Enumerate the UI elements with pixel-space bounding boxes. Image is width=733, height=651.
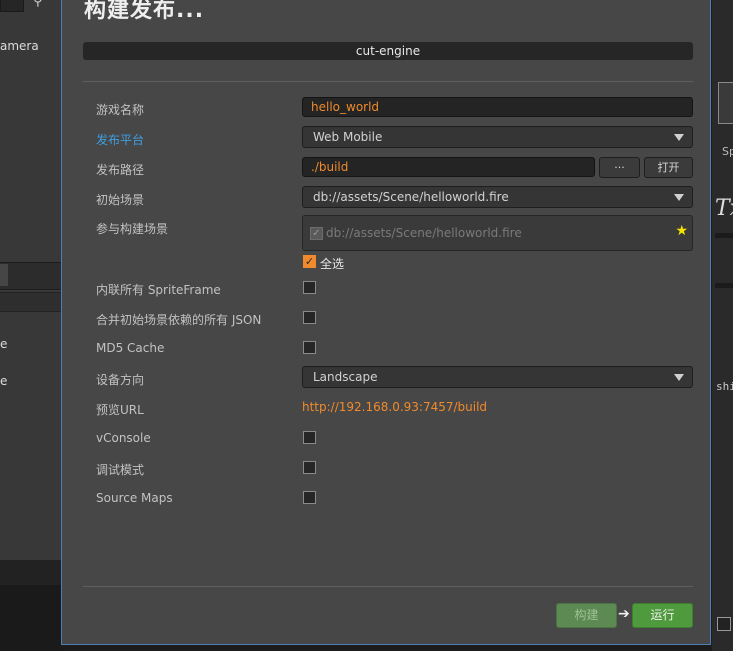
start-scene-label: 初始场景 — [96, 193, 145, 207]
assets-item[interactable]: e — [0, 337, 7, 351]
console-panel-body — [0, 585, 62, 651]
debug-mode-checkbox[interactable] — [303, 461, 316, 474]
platform-select-value: Web Mobile — [313, 130, 383, 144]
game-name-label: 游戏名称 — [96, 103, 145, 117]
platform-label: 发布平台 — [96, 133, 145, 147]
left-panel-background: ⚲ amera e e — [0, 0, 62, 651]
debug-mode-label: 调试模式 — [96, 463, 145, 477]
build-button[interactable]: 构建 — [556, 603, 617, 628]
arrow-right-icon: ➔ — [618, 606, 630, 622]
divider — [83, 81, 693, 82]
assets-item[interactable]: e — [0, 374, 7, 388]
inspector-divider — [715, 283, 733, 288]
included-scenes-list: ✓ db://assets/Scene/helloworld.fire ★ — [302, 215, 693, 251]
inline-spriteframe-checkbox[interactable] — [303, 281, 316, 294]
dialog-title: 构建发布... — [84, 0, 205, 23]
md5-cache-checkbox[interactable] — [303, 341, 316, 354]
orientation-select-value: Landscape — [313, 370, 378, 384]
inspector-heading: Tx — [715, 196, 733, 221]
orientation-label: 设备方向 — [96, 373, 145, 387]
select-all-checkbox[interactable]: ✓ — [303, 255, 316, 268]
search-icon[interactable]: ⚲ — [33, 0, 43, 9]
md5-cache-label: MD5 Cache — [96, 341, 165, 355]
orientation-select[interactable]: Landscape — [302, 366, 693, 388]
start-scene-select[interactable]: db://assets/Scene/helloworld.fire — [302, 186, 693, 208]
vconsole-label: vConsole — [96, 431, 151, 445]
open-path-button[interactable]: 打开 — [644, 157, 693, 178]
panel-tab[interactable] — [0, 264, 8, 286]
included-scenes-label: 参与构建场景 — [96, 222, 169, 236]
vconsole-checkbox[interactable] — [303, 431, 316, 444]
game-name-input[interactable]: hello_world — [302, 97, 693, 117]
chevron-down-icon — [674, 194, 684, 201]
chevron-down-icon — [674, 134, 684, 141]
build-dialog: 构建发布... cut-engine 游戏名称 hello_world 发布平台… — [61, 0, 711, 645]
preview-url-label: 预览URL — [96, 403, 144, 417]
select-all-label: 全选 — [320, 257, 345, 271]
source-maps-label: Source Maps — [96, 491, 173, 505]
inspector-checkbox[interactable] — [717, 617, 731, 631]
build-path-label: 发布路径 — [96, 163, 145, 177]
merge-json-label: 合并初始场景依赖的所有 JSON — [96, 313, 262, 327]
scene-item: db://assets/Scene/helloworld.fire — [326, 226, 522, 240]
inspector-label: shi — [716, 380, 733, 393]
panel-tab-bar — [0, 262, 62, 290]
panel-search-field[interactable] — [0, 292, 62, 312]
source-maps-checkbox[interactable] — [303, 491, 316, 504]
start-scene-select-value: db://assets/Scene/helloworld.fire — [313, 190, 509, 204]
star-icon: ★ — [675, 223, 688, 239]
browse-path-button[interactable]: ··· — [599, 157, 640, 178]
divider — [83, 586, 693, 587]
scene-checkbox: ✓ — [310, 227, 323, 240]
inline-spriteframe-label: 内联所有 SpriteFrame — [96, 283, 221, 297]
merge-json-checkbox[interactable] — [303, 311, 316, 324]
run-button[interactable]: 运行 — [632, 603, 693, 628]
platform-select[interactable]: Web Mobile — [302, 126, 693, 148]
chevron-down-icon — [674, 374, 684, 381]
inspector-divider — [715, 233, 733, 238]
inspector-panel-background: Sp Tx shi — [711, 0, 733, 651]
project-name-bar: cut-engine — [83, 42, 693, 60]
hierarchy-item-camera[interactable]: amera — [0, 39, 39, 53]
editor-bottom-strip — [62, 645, 711, 651]
inspector-thumbnail — [718, 82, 733, 124]
build-path-input[interactable]: ./build — [302, 157, 595, 177]
hierarchy-search-input[interactable] — [0, 0, 24, 12]
preview-url-link[interactable]: http://192.168.0.93:7457/build — [302, 400, 487, 414]
inspector-label: Sp — [722, 145, 733, 158]
